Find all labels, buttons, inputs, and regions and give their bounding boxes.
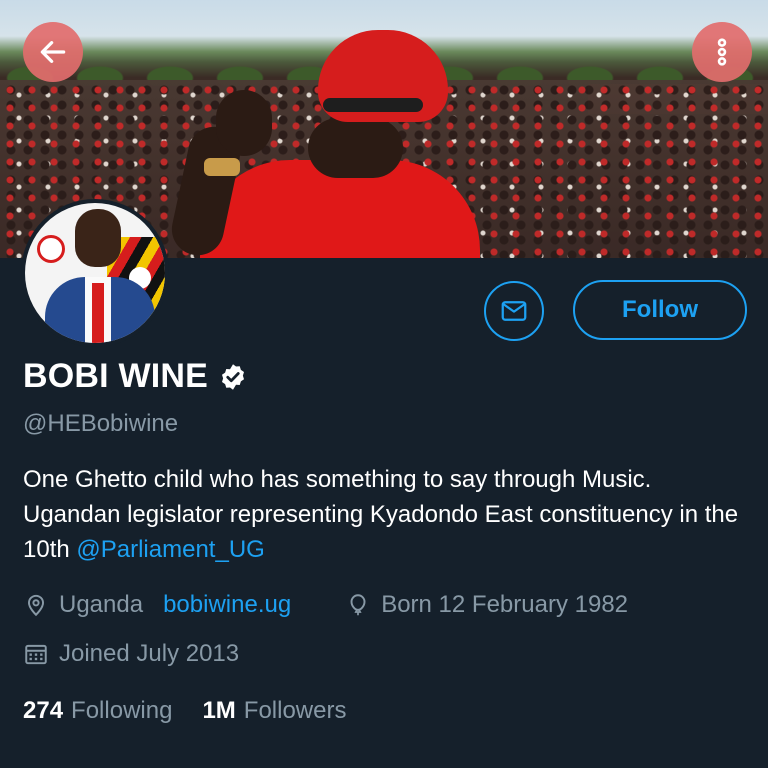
verified-badge-icon [222, 363, 245, 390]
profile-bio: One Ghetto child who has something to sa… [23, 462, 743, 567]
joined-text: Joined July 2013 [59, 640, 240, 667]
following-count: 274 [23, 697, 64, 724]
profile-meta-row: Uganda bobiwine.ug Born 12 February 1982 [23, 591, 628, 619]
message-button[interactable] [484, 281, 544, 341]
joined-item: Joined July 2013 [23, 640, 239, 668]
birthday-text: Born 12 February 1982 [381, 591, 629, 618]
followers-count: 1M [202, 697, 236, 724]
location-text: Uganda [59, 591, 144, 618]
joined-row: Joined July 2013 [23, 640, 239, 668]
bio-mention-link[interactable]: @Parliament_UG [76, 536, 264, 563]
avatar-photo [25, 203, 165, 343]
location-pin-icon [27, 594, 45, 617]
profile-stats: 274 Following 1M Followers [23, 697, 346, 725]
followers-stat[interactable]: 1M Followers [202, 697, 346, 725]
envelope-icon [501, 301, 527, 321]
more-vertical-icon [717, 38, 727, 66]
balloon-icon [350, 594, 366, 616]
back-button[interactable] [23, 22, 83, 82]
profile-handle: @HEBobiwine [23, 410, 179, 437]
profile-avatar[interactable] [21, 199, 169, 347]
more-options-button[interactable] [692, 22, 752, 82]
location-item: Uganda [23, 591, 143, 619]
birthday-item: Born 12 February 1982 [345, 591, 628, 619]
following-label: Following [71, 697, 173, 724]
banner-person [167, 30, 488, 258]
follow-button[interactable]: Follow [573, 280, 747, 340]
calendar-icon [25, 644, 47, 665]
website-link[interactable]: bobiwine.ug [163, 591, 291, 619]
profile-name-row: BOBI WINE [23, 357, 248, 396]
display-name: BOBI WINE [23, 357, 209, 395]
arrow-left-icon [40, 41, 66, 63]
following-stat[interactable]: 274 Following [23, 697, 172, 725]
followers-label: Followers [243, 697, 347, 724]
